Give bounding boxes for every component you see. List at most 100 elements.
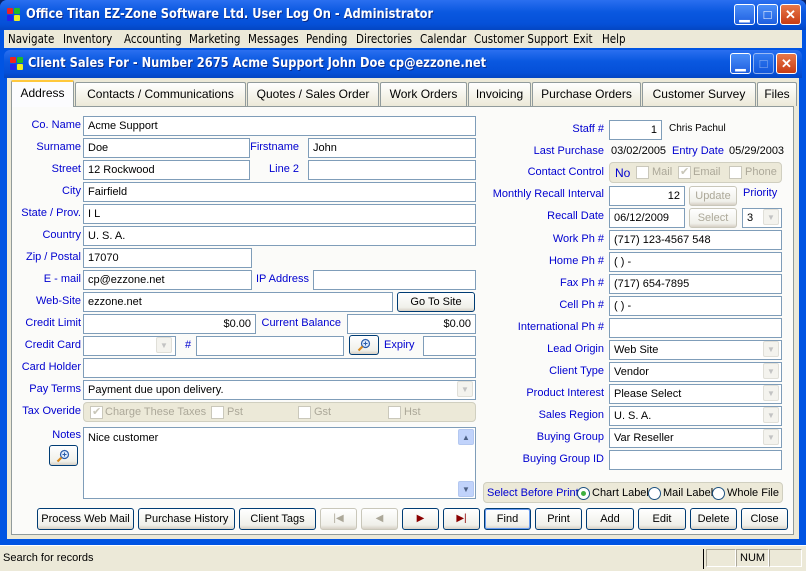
sales-region-select[interactable]: U. S. A. xyxy=(609,406,782,426)
client-close-button[interactable]: ✕ xyxy=(776,53,797,74)
zip-field[interactable]: 17070 xyxy=(83,248,252,268)
menu-messages[interactable]: Messages xyxy=(248,32,299,46)
tab-files[interactable]: Files xyxy=(757,82,797,106)
intl-phone-field[interactable] xyxy=(609,318,782,338)
gst-checkbox xyxy=(298,406,311,419)
tab-contacts[interactable]: Contacts / Communications xyxy=(75,82,246,106)
minimize-button[interactable]: ▁ xyxy=(734,4,755,25)
home-phone-field[interactable]: ( ) - xyxy=(609,252,782,272)
menu-directories[interactable]: Directories xyxy=(356,32,412,46)
recall-interval-field[interactable]: 12 xyxy=(609,186,685,206)
chevron-down-icon[interactable]: ▼ xyxy=(763,341,779,357)
menu-accounting[interactable]: Accounting xyxy=(124,32,182,46)
previous-record-button: ◀ xyxy=(361,508,398,530)
card-lookup-button[interactable] xyxy=(349,335,379,355)
last-purchase-label: Last Purchase xyxy=(533,145,604,157)
pst-label: Pst xyxy=(227,406,243,418)
menu-calendar[interactable]: Calendar xyxy=(420,32,466,46)
card-holder-label: Card Holder xyxy=(21,361,81,373)
notes-textarea[interactable]: Nice customer xyxy=(83,427,476,499)
tab-customer-survey[interactable]: Customer Survey xyxy=(642,82,756,106)
credit-limit-field[interactable]: $0.00 xyxy=(83,314,256,334)
menu-navigate[interactable]: Navigate xyxy=(8,32,54,46)
expiry-label: Expiry xyxy=(384,339,415,351)
chevron-down-icon[interactable]: ▼ xyxy=(763,209,779,225)
tab-purchase-orders[interactable]: Purchase Orders xyxy=(532,82,641,106)
whole-file-label[interactable]: Whole File xyxy=(727,487,779,499)
close-window-button[interactable]: ✕ xyxy=(780,4,801,25)
city-field[interactable]: Fairfield xyxy=(83,182,476,202)
client-tags-button[interactable]: Client Tags xyxy=(239,508,316,530)
client-maximize-button: □ xyxy=(753,53,774,74)
next-record-button[interactable]: ▶ xyxy=(402,508,439,530)
menu-help[interactable]: Help xyxy=(602,32,626,46)
contact-mail-checkbox xyxy=(636,166,649,179)
menu-pending[interactable]: Pending xyxy=(306,32,347,46)
email-field[interactable]: cp@ezzone.net xyxy=(83,270,252,290)
surname-field[interactable]: Doe xyxy=(83,138,250,158)
chevron-down-icon[interactable]: ▼ xyxy=(763,363,779,379)
lead-origin-select[interactable]: Web Site xyxy=(609,340,782,360)
menu-customer-support[interactable]: Customer Support xyxy=(474,32,568,46)
add-button[interactable]: Add xyxy=(586,508,634,530)
tab-invoicing[interactable]: Invoicing xyxy=(468,82,531,106)
staff-field[interactable]: 1 xyxy=(609,120,662,140)
cell-phone-field[interactable]: ( ) - xyxy=(609,296,782,316)
work-phone-field[interactable]: (717) 123-4567 548 xyxy=(609,230,782,250)
co-name-field[interactable]: Acme Support xyxy=(83,116,476,136)
card-holder-field[interactable] xyxy=(83,358,476,378)
purchase-history-button[interactable]: Purchase History xyxy=(138,508,235,530)
expiry-field[interactable] xyxy=(423,336,476,356)
notes-zoom-button[interactable] xyxy=(49,445,78,466)
whole-file-radio[interactable] xyxy=(712,487,725,500)
maximize-button[interactable]: □ xyxy=(757,4,778,25)
menu-marketing[interactable]: Marketing xyxy=(189,32,240,46)
status-cell-scroll xyxy=(769,549,802,567)
country-field[interactable]: U. S. A. xyxy=(83,226,476,246)
chart-label-radio[interactable] xyxy=(577,487,590,500)
client-type-select[interactable]: Vendor xyxy=(609,362,782,382)
chevron-down-icon[interactable]: ▼ xyxy=(763,429,779,445)
line2-field[interactable] xyxy=(308,160,476,180)
tab-work-orders[interactable]: Work Orders xyxy=(380,82,467,106)
edit-button[interactable]: Edit xyxy=(638,508,686,530)
card-number-field[interactable] xyxy=(196,336,344,356)
chart-label-label[interactable]: Chart Label xyxy=(592,487,649,499)
client-minimize-button[interactable]: ▁ xyxy=(730,53,751,74)
firstname-field[interactable]: John xyxy=(308,138,476,158)
last-record-button[interactable]: ▶| xyxy=(443,508,480,530)
mail-label-radio[interactable] xyxy=(648,487,661,500)
chevron-down-icon[interactable]: ▼ xyxy=(763,407,779,423)
process-web-mail-button[interactable]: Process Web Mail xyxy=(37,508,134,530)
radio-dot-icon xyxy=(581,491,586,496)
pay-terms-select[interactable]: Payment due upon delivery. xyxy=(83,380,476,400)
website-field[interactable]: ezzone.net xyxy=(83,292,393,312)
first-record-icon: |◀ xyxy=(333,513,344,524)
close-button[interactable]: Close xyxy=(741,508,788,530)
ip-address-field[interactable] xyxy=(313,270,476,290)
product-interest-select[interactable]: Please Select xyxy=(609,384,782,404)
menu-inventory[interactable]: Inventory xyxy=(63,32,112,46)
delete-button[interactable]: Delete xyxy=(690,508,737,530)
buying-group-id-field[interactable] xyxy=(609,450,782,470)
chevron-down-icon[interactable]: ▼ xyxy=(763,385,779,401)
current-balance-field: $0.00 xyxy=(347,314,476,334)
client-body: Address Contacts / Communications Quotes… xyxy=(7,78,799,539)
menu-exit[interactable]: Exit xyxy=(573,32,593,46)
street-field[interactable]: 12 Rockwood xyxy=(83,160,250,180)
buying-group-select[interactable]: Var Reseller xyxy=(609,428,782,448)
tab-quotes[interactable]: Quotes / Sales Order xyxy=(247,82,379,106)
recall-date-field[interactable]: 06/12/2009 xyxy=(609,208,685,228)
mail-label-label[interactable]: Mail Label xyxy=(663,487,713,499)
scroll-up-button[interactable]: ▲ xyxy=(458,429,474,445)
scroll-down-button[interactable]: ▼ xyxy=(458,481,474,497)
chevron-down-icon[interactable]: ▼ xyxy=(156,337,172,353)
fax-phone-field[interactable]: (717) 654-7895 xyxy=(609,274,782,294)
tab-address[interactable]: Address xyxy=(11,80,74,107)
find-button[interactable]: Find xyxy=(484,508,531,530)
go-to-site-button[interactable]: Go To Site xyxy=(397,292,475,312)
state-field[interactable]: I L xyxy=(83,204,476,224)
chevron-down-icon[interactable]: ▼ xyxy=(457,381,473,397)
status-bar: Search for records NUM xyxy=(0,545,806,571)
print-button[interactable]: Print xyxy=(535,508,582,530)
